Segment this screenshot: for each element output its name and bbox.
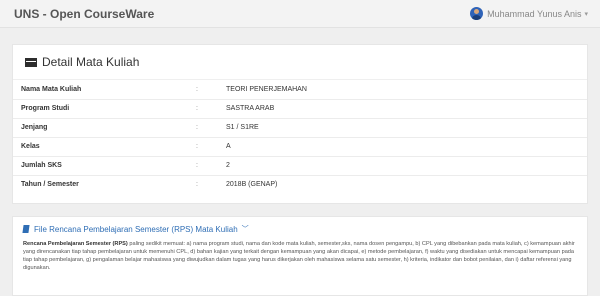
course-detail-header: Detail Mata Kuliah [13,45,587,80]
course-detail-card: Detail Mata Kuliah Nama Mata Kuliah : TE… [12,44,588,204]
app-title[interactable]: UNS - Open CourseWare [14,7,154,21]
row-value: 2018B (GENAP) [218,174,587,194]
rps-bold-intro: Rencana Pembelajaran Semester (RPS) [23,241,128,247]
table-row: Kelas : A [13,136,587,156]
row-label: Jumlah SKS [13,155,188,175]
row-separator: : [188,136,218,156]
row-label: Jenjang [13,117,188,137]
row-value: 2 [218,155,587,175]
top-navbar: UNS - Open CourseWare Muhammad Yunus Ani… [0,0,600,28]
chevron-down-icon: ▾ [584,10,588,18]
rps-card: File Rencana Pembelajaran Semester (RPS)… [12,216,588,296]
rps-description: Rencana Pembelajaran Semester (RPS) pali… [23,240,577,272]
table-row: Jenjang : S1 / S1RE [13,117,587,137]
row-value: S1 / S1RE [218,117,587,137]
row-value: TEORI PENERJEMAHAN [226,85,307,93]
user-name: Muhammad Yunus Anis [487,8,582,19]
row-separator: : [188,155,218,175]
table-row: Program Studi : SASTRA ARAB [13,98,587,118]
rps-title: File Rencana Pembelajaran Semester (RPS)… [34,224,238,234]
row-value: A [218,136,587,156]
course-detail-table: Nama Mata Kuliah : TEORI PENERJEMAHAN Pr… [13,80,587,194]
row-value: SASTRA ARAB [218,98,587,118]
row-label: Program Studi [13,98,188,118]
row-separator: : [188,174,218,194]
row-separator: : [188,117,218,137]
course-detail-title: Detail Mata Kuliah [42,55,140,69]
row-separator: : [188,98,218,118]
row-label: Nama Mata Kuliah [21,85,82,93]
main-content: Detail Mata Kuliah Nama Mata Kuliah : TE… [0,28,600,296]
row-separator: : [196,85,198,93]
row-label: Kelas [13,136,188,156]
avatar [470,7,484,20]
chevron-down-icon: ﹀ [241,226,249,233]
table-row: Nama Mata Kuliah : TEORI PENERJEMAHAN [13,80,587,99]
row-label: Tahun / Semester [13,174,188,194]
table-row: Tahun / Semester : 2018B (GENAP) [13,174,587,194]
table-icon [25,57,37,67]
table-row: Jumlah SKS : 2 [13,155,587,175]
user-menu[interactable]: Muhammad Yunus Anis ▾ [470,7,588,20]
rps-toggle[interactable]: File Rencana Pembelajaran Semester (RPS)… [22,224,577,234]
file-icon [22,225,30,233]
